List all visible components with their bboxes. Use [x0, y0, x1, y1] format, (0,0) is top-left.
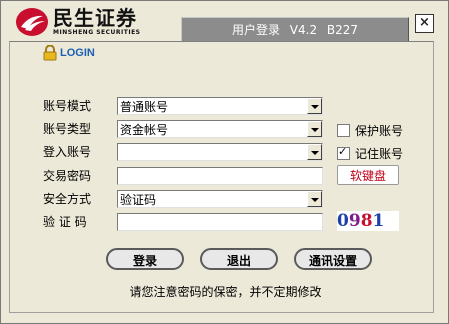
brand-logo: 民生证券 MINSHENG SECURITIES — [15, 5, 141, 39]
password-notice: 请您注意密码的保密，并不定期修改 — [129, 285, 322, 299]
captcha-char: 1 — [372, 211, 385, 231]
brand-name: 民生证券 — [53, 6, 137, 30]
window-title: 用户登录 V4.2 B227 — [181, 17, 409, 42]
account-mode-value: 普通账号 — [120, 100, 169, 114]
account-type-value: 资金帐号 — [120, 123, 169, 137]
account-mode-select[interactable]: 普通账号 — [117, 97, 323, 115]
window-version: V4.2 — [289, 23, 318, 37]
brand-name-en: MINSHENG SECURITIES — [53, 29, 141, 36]
minsheng-logo-icon — [16, 8, 48, 36]
soft-keyboard-button[interactable]: 软键盘 — [337, 165, 399, 185]
checkbox-box[interactable] — [337, 145, 350, 160]
remember-account-checkbox[interactable]: 记住账号 — [337, 145, 403, 162]
captcha-char: 9 — [348, 211, 361, 231]
login-button[interactable]: 登录 — [106, 248, 184, 270]
comm-settings-button[interactable]: 通讯设置 — [294, 248, 372, 270]
chevron-down-icon[interactable] — [307, 191, 322, 207]
chevron-down-icon[interactable] — [307, 121, 322, 137]
security-method-label: 安全方式 — [43, 192, 92, 206]
trade-password-label: 交易密码 — [43, 169, 92, 183]
exit-button[interactable]: 退出 — [200, 248, 278, 270]
account-type-label: 账号类型 — [43, 122, 92, 136]
chevron-down-icon[interactable] — [307, 98, 322, 114]
lock-icon — [43, 45, 57, 61]
checkbox-box[interactable] — [337, 124, 350, 137]
login-account-label: 登入账号 — [43, 145, 92, 159]
login-window: 民生证券 MINSHENG SECURITIES 用户登录 V4.2 B227 … — [0, 0, 449, 324]
protect-account-checkbox[interactable]: 保护账号 — [337, 122, 403, 139]
captcha-char: 8 — [360, 211, 373, 231]
captcha-char: 0 — [337, 211, 349, 231]
remember-account-label: 记住账号 — [355, 147, 404, 161]
account-mode-label: 账号模式 — [43, 99, 92, 113]
security-method-value: 验证码 — [120, 193, 157, 207]
verify-code-input[interactable] — [117, 213, 323, 231]
window-title-text: 用户登录 — [231, 23, 280, 37]
chevron-down-icon[interactable] — [307, 144, 322, 160]
captcha-image[interactable]: 0981 — [337, 211, 399, 231]
trade-password-input[interactable] — [117, 167, 323, 185]
protect-account-label: 保护账号 — [355, 124, 404, 138]
close-button[interactable]: × — [415, 14, 434, 33]
verify-code-label: 验 证 码 — [43, 215, 87, 229]
login-header: LOGIN — [43, 45, 95, 61]
window-build: B227 — [326, 23, 359, 37]
login-header-text: LOGIN — [60, 47, 95, 59]
account-type-select[interactable]: 资金帐号 — [117, 120, 323, 138]
login-account-input[interactable] — [117, 143, 323, 161]
security-method-select[interactable]: 验证码 — [117, 190, 323, 208]
